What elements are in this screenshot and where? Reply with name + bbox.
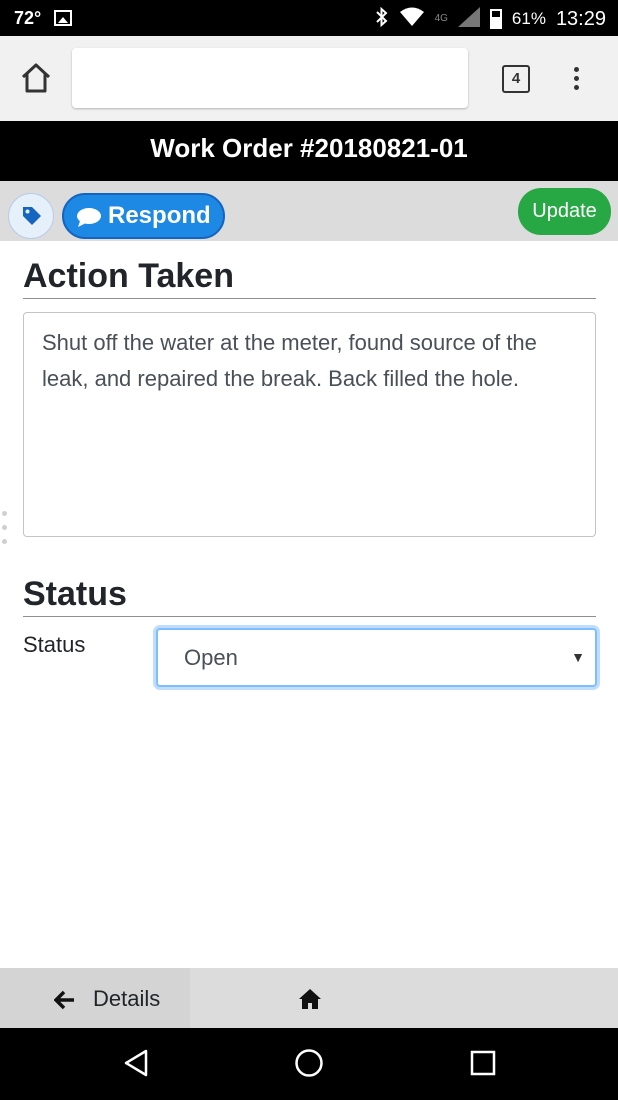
- status-select[interactable]: Open ▼: [156, 628, 597, 687]
- side-drawer-handle[interactable]: [0, 455, 12, 595]
- recent-apps-icon[interactable]: [470, 1048, 496, 1078]
- battery-percent: 61%: [511, 9, 546, 28]
- details-label: Details: [93, 986, 161, 1011]
- back-icon[interactable]: [122, 1048, 150, 1078]
- chevron-down-icon: ▼: [571, 649, 585, 665]
- status-heading: Status: [23, 572, 596, 617]
- status-label: Status: [23, 632, 86, 657]
- home-icon[interactable]: [298, 988, 322, 1010]
- respond-label: Respond: [108, 202, 211, 229]
- tag-button[interactable]: [8, 193, 54, 239]
- wifi-icon: [399, 7, 425, 31]
- action-toolbar: Respond Update: [0, 181, 618, 241]
- page-title: Work Order #20180821-01: [0, 121, 618, 181]
- browser-home-icon[interactable]: [18, 60, 54, 96]
- status-selected-value: Open: [184, 645, 238, 670]
- browser-toolbar: 4: [0, 36, 618, 121]
- arrow-left-icon: [54, 990, 74, 1010]
- clock: 13:29: [555, 7, 606, 30]
- bluetooth-icon: [375, 6, 389, 31]
- details-back-button[interactable]: Details: [0, 968, 190, 1028]
- browser-menu-icon[interactable]: [566, 64, 586, 94]
- url-bar[interactable]: [72, 48, 468, 108]
- temperature: 72°: [14, 8, 42, 28]
- status-bar: 72° 4G 61% 13:29: [0, 0, 618, 36]
- tab-switcher-button[interactable]: 4: [502, 65, 530, 93]
- comment-icon: [77, 208, 101, 227]
- android-nav-bar: [0, 1028, 618, 1100]
- home-circle-icon[interactable]: [294, 1048, 324, 1078]
- battery-icon: [489, 9, 502, 29]
- respond-button[interactable]: Respond: [62, 193, 225, 239]
- update-button[interactable]: Update: [518, 188, 611, 235]
- bottom-nav: Details: [0, 968, 618, 1028]
- action-taken-textarea[interactable]: Shut off the water at the meter, found s…: [23, 312, 596, 537]
- signal-icon: [457, 7, 480, 31]
- network-type: 4G: [434, 13, 448, 24]
- status-icons: 4G 61% 13:29: [375, 6, 606, 31]
- image-notification-icon: [54, 10, 72, 26]
- action-taken-heading: Action Taken: [23, 254, 596, 299]
- tag-icon: [23, 207, 41, 225]
